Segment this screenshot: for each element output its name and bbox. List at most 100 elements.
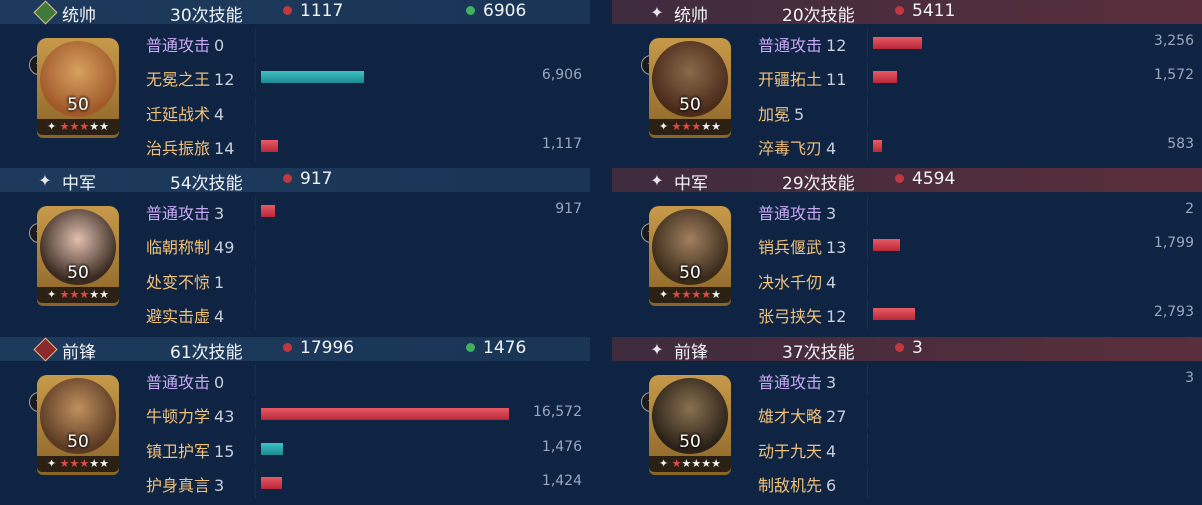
row-divider <box>867 97 868 127</box>
skill-name-text: 普通攻击 <box>146 373 211 392</box>
skill-name-text: 处变不惊 <box>146 273 211 292</box>
role-icon-wrap <box>32 336 58 362</box>
row-divider <box>255 434 256 464</box>
skill-name: 制敌机先 6 <box>758 472 836 496</box>
heal-value: 1476 <box>483 338 527 358</box>
sword-icon <box>32 336 58 362</box>
skill-value: 1,424 <box>541 473 582 489</box>
skill-cast-count: 11 <box>826 70 847 89</box>
skill-value-bar <box>261 477 282 489</box>
damage-dot-icon <box>283 343 292 352</box>
general-block: 统帅30次技能11176906✧50✦ ★★★★★普通攻击0无冕之王126,90… <box>0 0 590 168</box>
skill-row: 治兵振旅 14 1,117 <box>142 131 590 161</box>
skill-name-text: 淬毒飞刃 <box>758 139 823 158</box>
damage-dot-icon <box>895 174 904 183</box>
star-icon: ✦ <box>650 170 664 190</box>
skill-value-bar <box>261 408 509 420</box>
skill-row: 处变不惊 1 <box>142 265 590 295</box>
row-divider <box>867 299 868 329</box>
star-rating: ✦ ★★★★★ <box>37 456 119 472</box>
general-portrait[interactable]: 50 ✦ ★★★★★ <box>649 38 731 138</box>
skill-cast-count: 4 <box>826 442 837 461</box>
skill-name-text: 普通攻击 <box>758 36 823 55</box>
skill-row: 普通攻击 12 3,256 <box>754 28 1202 58</box>
skill-name: 临朝称制 49 <box>146 234 234 258</box>
skill-name-text: 治兵振旅 <box>146 139 211 158</box>
skill-name: 普通攻击 3 <box>758 369 836 393</box>
skill-name: 处变不惊 1 <box>146 269 224 293</box>
skill-row: 开疆拓土 11 1,572 <box>754 62 1202 92</box>
skill-name: 普通攻击 3 <box>146 200 224 224</box>
skills-count: 29次技能 <box>782 174 855 194</box>
row-divider <box>867 28 868 58</box>
skill-row: 加冕 5 <box>754 97 1202 127</box>
row-divider <box>255 265 256 295</box>
skill-cast-count: 3 <box>826 204 837 223</box>
skill-row: 淬毒飞刃 4 583 <box>754 131 1202 161</box>
skill-row: 避实击虚 4 <box>142 299 590 329</box>
skill-value: 583 <box>1167 136 1194 152</box>
role-icon-wrap: ✦ <box>34 169 56 191</box>
skills-count: 37次技能 <box>782 343 855 363</box>
heal-total: 1476 <box>466 338 526 358</box>
skill-name: 加冕 5 <box>758 101 804 125</box>
skill-cast-count: 0 <box>214 36 225 55</box>
skill-name: 销兵偃武 13 <box>758 234 846 258</box>
general-portrait[interactable]: 50 ✦ ★★★★★ <box>649 375 731 475</box>
row-divider <box>867 230 868 260</box>
skill-cast-count: 13 <box>826 238 847 257</box>
role-name: 统帅 <box>674 6 708 26</box>
row-divider <box>255 97 256 127</box>
skill-value-bar <box>873 37 922 49</box>
general-block: ✦前锋37次技能3✧50✦ ★★★★★普通攻击33雄才大略27动于九天4制敌机先… <box>612 337 1202 505</box>
skill-cast-count: 3 <box>214 204 225 223</box>
skill-row: 无冕之王 12 6,906 <box>142 62 590 92</box>
skill-name-text: 张弓挟矢 <box>758 307 823 326</box>
skill-row: 普通攻击 0 <box>142 28 590 58</box>
general-level: 50 <box>679 432 701 452</box>
damage-value: 5411 <box>912 1 956 21</box>
skill-name-text: 制敌机先 <box>758 476 823 495</box>
skill-name: 护身真言 3 <box>146 472 224 496</box>
general-portrait[interactable]: 50 ✦ ★★★★★ <box>37 375 119 475</box>
battle-report: 统帅30次技能11176906✧50✦ ★★★★★普通攻击0无冕之王126,90… <box>0 0 1202 498</box>
skill-row: 决水千仞 4 <box>754 265 1202 295</box>
skill-name: 迁延战术 4 <box>146 101 224 125</box>
skill-name-text: 牛顿力学 <box>146 407 211 426</box>
star-icon: ✦ <box>650 2 664 22</box>
skill-cast-count: 14 <box>214 139 235 158</box>
skill-name: 普通攻击 0 <box>146 369 224 393</box>
general-portrait[interactable]: 50 ✦ ★★★★★ <box>37 206 119 306</box>
left-team-panel: 统帅30次技能11176906✧50✦ ★★★★★普通攻击0无冕之王126,90… <box>0 0 590 498</box>
skill-name: 普通攻击 3 <box>758 200 836 224</box>
skill-cast-count: 3 <box>214 476 225 495</box>
row-divider <box>867 265 868 295</box>
star-rating: ✦ ★★★★★ <box>37 119 119 135</box>
role-icon-wrap: ✦ <box>646 338 668 360</box>
heal-value: 6906 <box>483 1 527 21</box>
general-block: ✦中军29次技能4594✧50✦ ★★★★★普通攻击32销兵偃武131,799决… <box>612 168 1202 336</box>
general-level: 50 <box>679 95 701 115</box>
skills-count: 54次技能 <box>170 174 243 194</box>
skill-name: 雄才大略 27 <box>758 403 846 427</box>
row-divider <box>867 399 868 429</box>
skill-value-bar <box>873 71 897 83</box>
general-portrait[interactable]: 50 ✦ ★★★★★ <box>37 38 119 138</box>
skill-row: 普通攻击 0 <box>142 365 590 395</box>
row-divider <box>255 399 256 429</box>
general-portrait[interactable]: 50 ✦ ★★★★★ <box>649 206 731 306</box>
skill-row: 制敌机先 6 <box>754 468 1202 498</box>
skill-value: 1,799 <box>1153 235 1194 251</box>
general-block: 前锋61次技能179961476✧50✦ ★★★★★普通攻击0牛顿力学4316,… <box>0 336 590 505</box>
skill-row: 普通攻击 3 917 <box>142 196 590 226</box>
skill-value-bar <box>261 140 278 152</box>
skill-name-text: 普通攻击 <box>146 204 211 223</box>
damage-value: 1117 <box>300 1 344 21</box>
damage-dot-icon <box>895 6 904 15</box>
star-icon: ✦ <box>38 170 52 190</box>
skill-value-bar <box>261 71 364 83</box>
skill-cast-count: 6 <box>826 476 837 495</box>
role-name: 前锋 <box>62 343 96 363</box>
skill-cast-count: 0 <box>214 373 225 392</box>
general-level: 50 <box>67 263 89 283</box>
